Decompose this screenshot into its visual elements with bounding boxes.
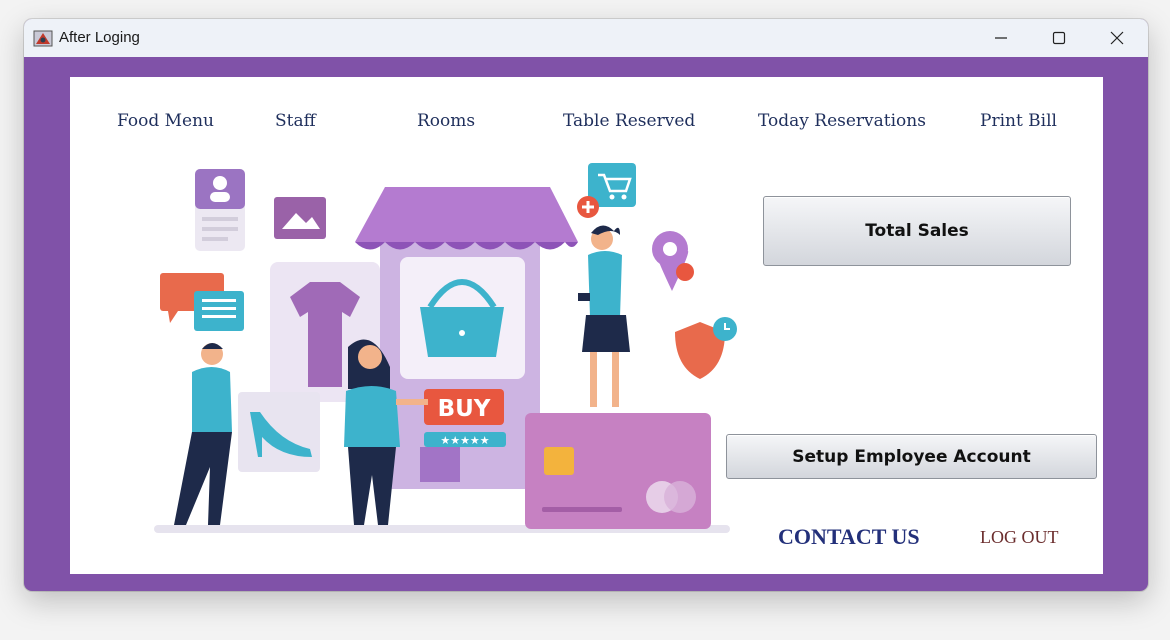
- buy-label: BUY: [438, 396, 491, 422]
- shield-clock-icon: [675, 317, 737, 379]
- nav-rooms[interactable]: Rooms: [417, 111, 475, 131]
- setup-employee-account-button[interactable]: Setup Employee Account: [726, 434, 1097, 479]
- window-title: After Loging: [59, 29, 140, 46]
- close-icon: [1110, 31, 1124, 45]
- maximize-icon: [1052, 31, 1066, 45]
- man-figure: [174, 343, 232, 525]
- nav-print-bill[interactable]: Print Bill: [980, 111, 1057, 131]
- maximize-button[interactable]: [1036, 19, 1082, 57]
- profile-card-icon: [195, 169, 245, 251]
- main-panel: Food Menu Staff Rooms Table Reserved Tod…: [70, 77, 1103, 574]
- minimize-icon: [995, 37, 1007, 39]
- java-app-icon: [33, 30, 53, 47]
- shopping-cart-icon: [577, 163, 636, 218]
- location-pin-icon: [652, 231, 694, 291]
- nav-staff[interactable]: Staff: [275, 111, 316, 131]
- logout-link[interactable]: LOG OUT: [980, 527, 1059, 548]
- close-button[interactable]: [1094, 19, 1140, 57]
- nav-table-reserved[interactable]: Table Reserved: [563, 111, 695, 131]
- app-window: After Loging Food Menu Staff Rooms Table…: [24, 19, 1148, 591]
- woman-with-phone: [578, 225, 630, 407]
- chat-bubbles-icon: [160, 273, 244, 331]
- shopping-illustration: BUY ★★★★★: [154, 163, 737, 533]
- title-bar: After Loging: [24, 19, 1148, 57]
- buy-sign: BUY ★★★★★: [424, 389, 506, 447]
- minimize-button[interactable]: [978, 19, 1024, 57]
- shoe-icon: [238, 392, 320, 472]
- image-icon: [274, 197, 326, 239]
- svg-text:★★★★★: ★★★★★: [440, 434, 489, 447]
- total-sales-button[interactable]: Total Sales: [763, 196, 1071, 266]
- nav-food-menu[interactable]: Food Menu: [117, 111, 214, 131]
- credit-card-icon: [525, 413, 711, 529]
- nav-today-reservations[interactable]: Today Reservations: [758, 111, 926, 131]
- contact-us-link[interactable]: CONTACT US: [778, 524, 920, 550]
